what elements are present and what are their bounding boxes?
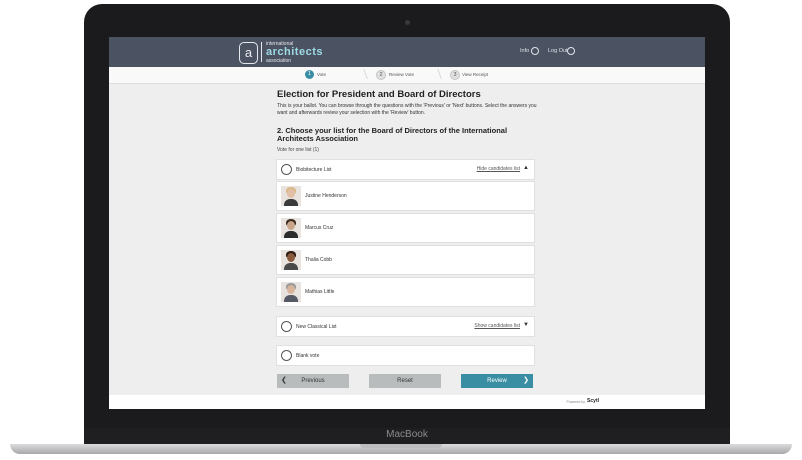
chevron-up-icon[interactable]: ▲	[523, 165, 529, 171]
device-label: MacBook	[386, 429, 428, 440]
radio-button[interactable]	[281, 350, 292, 361]
laptop-notch	[360, 444, 442, 448]
hide-candidates-link[interactable]: Hide candidates list	[477, 166, 520, 172]
avatar	[281, 250, 301, 270]
step-3-number: 3	[450, 70, 460, 80]
candidate-row: Mathias Little	[276, 277, 535, 307]
list-label: Biobitecture List	[296, 167, 332, 173]
scytl-logo: Scytl	[587, 398, 599, 404]
question-title: 2. Choose your list for the Board of Dir…	[277, 126, 508, 143]
list-label: Blank vote	[296, 353, 320, 359]
intro-text: This is your ballot. You can browse thro…	[277, 103, 537, 116]
footer: Powered by Scytl	[109, 395, 705, 409]
step-1-label: Vote	[317, 72, 327, 77]
previous-button[interactable]: ❮ Previous	[277, 374, 349, 388]
logo-text-bottom: association	[266, 58, 292, 64]
show-candidates-link[interactable]: Show candidates list	[474, 323, 520, 329]
candidate-row: Thalia Cobb	[276, 245, 535, 275]
step-divider	[431, 69, 442, 79]
list-option-biobitecture[interactable]: Biobitecture List Hide candidates list ▲	[276, 159, 535, 180]
step-1-number: 1	[305, 70, 314, 79]
list-label: New Classical List	[296, 324, 337, 330]
candidate-name: Thalia Cobb	[305, 257, 332, 263]
logout-link[interactable]: Log Out	[548, 48, 568, 54]
step-3-label: View Receipt	[462, 72, 489, 77]
logo-text-main: architects	[266, 46, 323, 58]
logo-icon: a	[239, 42, 258, 64]
avatar	[281, 218, 301, 238]
screen: a international architects association I…	[109, 37, 705, 409]
info-icon[interactable]	[531, 47, 539, 55]
camera-dot	[405, 20, 410, 25]
step-divider	[357, 69, 368, 79]
review-label: Review	[487, 378, 507, 384]
chevron-down-icon[interactable]: ▼	[523, 322, 529, 328]
previous-label: Previous	[301, 378, 325, 384]
avatar	[281, 282, 301, 302]
avatar	[281, 186, 301, 206]
candidate-name: Justine Henderson	[305, 193, 347, 199]
chevron-right-icon: ❯	[523, 377, 529, 384]
candidate-row: Justine Henderson	[276, 181, 535, 211]
vote-hint: Vote for one list (1)	[277, 147, 319, 153]
power-icon[interactable]	[567, 47, 575, 55]
app-header: a international architects association I…	[109, 37, 705, 67]
candidate-name: Marcus Cruz	[305, 225, 334, 231]
logo-divider	[261, 42, 262, 62]
radio-button[interactable]	[281, 321, 292, 332]
list-option-new-classical[interactable]: New Classical List Show candidates list …	[276, 316, 535, 337]
chevron-left-icon: ❮	[281, 377, 287, 384]
info-link[interactable]: Info	[520, 48, 529, 54]
radio-button[interactable]	[281, 164, 292, 175]
step-2-number: 2	[376, 70, 386, 80]
review-button[interactable]: Review ❯	[461, 374, 533, 388]
list-option-blank-vote[interactable]: Blank vote	[276, 345, 535, 366]
reset-button[interactable]: Reset	[369, 374, 441, 388]
powered-by-text: Powered by	[566, 400, 585, 404]
laptop-hinge: MacBook	[84, 428, 730, 444]
step-bar: 1 Vote 2 Review Vote 3 View Receipt	[109, 67, 705, 84]
step-2-label: Review Vote	[389, 72, 415, 77]
page-title: Election for President and Board of Dire…	[277, 89, 481, 100]
candidate-row: Marcus Cruz	[276, 213, 535, 243]
candidate-name: Mathias Little	[305, 289, 335, 295]
